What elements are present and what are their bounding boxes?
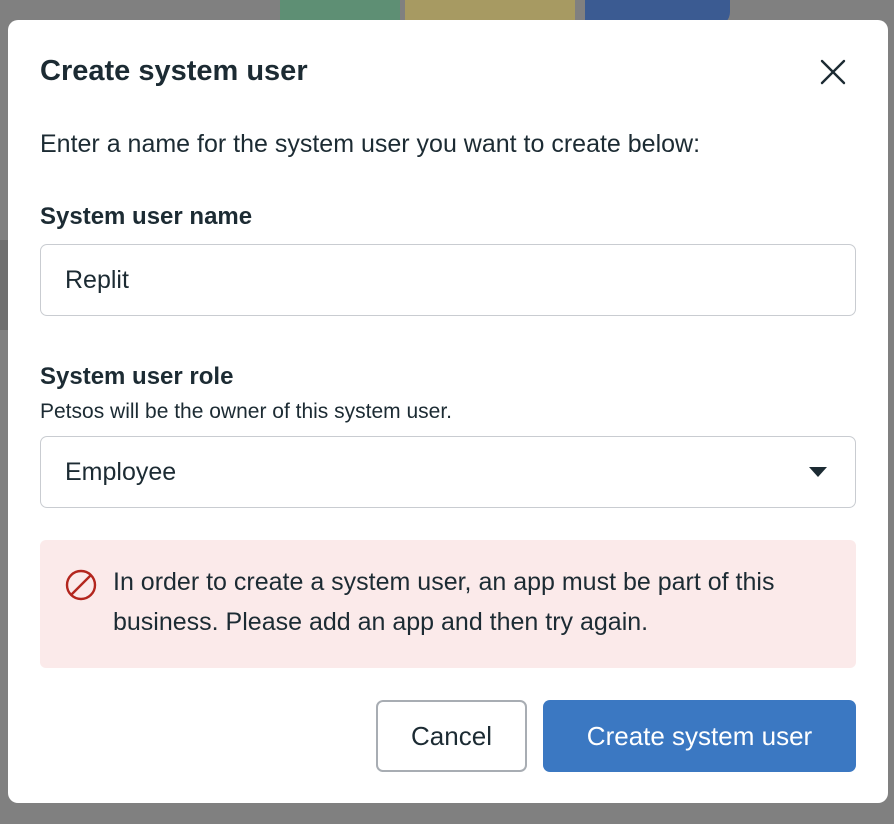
system-user-name-input[interactable] <box>40 244 856 316</box>
error-message: In order to create a system user, an app… <box>113 568 775 636</box>
role-field-label: System user role <box>40 363 234 390</box>
system-user-role-select[interactable]: Employee <box>40 436 856 508</box>
role-helper-text: Petsos will be the owner of this system … <box>40 400 453 423</box>
dialog-title: Create system user <box>40 55 308 87</box>
error-banner: In order to create a system user, an app… <box>40 540 856 668</box>
name-field-label: System user name <box>40 203 253 230</box>
cancel-button[interactable]: Cancel <box>376 700 527 772</box>
role-selected-value: Employee <box>65 457 177 486</box>
prohibited-icon <box>65 569 97 601</box>
create-system-user-dialog: Create system user Enter a name for the … <box>8 20 888 803</box>
caret-down-icon <box>809 467 827 477</box>
dialog-intro-text: Enter a name for the system user you wan… <box>40 130 701 158</box>
close-icon <box>820 59 846 85</box>
close-button[interactable] <box>814 53 852 91</box>
create-system-user-button[interactable]: Create system user <box>543 700 856 772</box>
